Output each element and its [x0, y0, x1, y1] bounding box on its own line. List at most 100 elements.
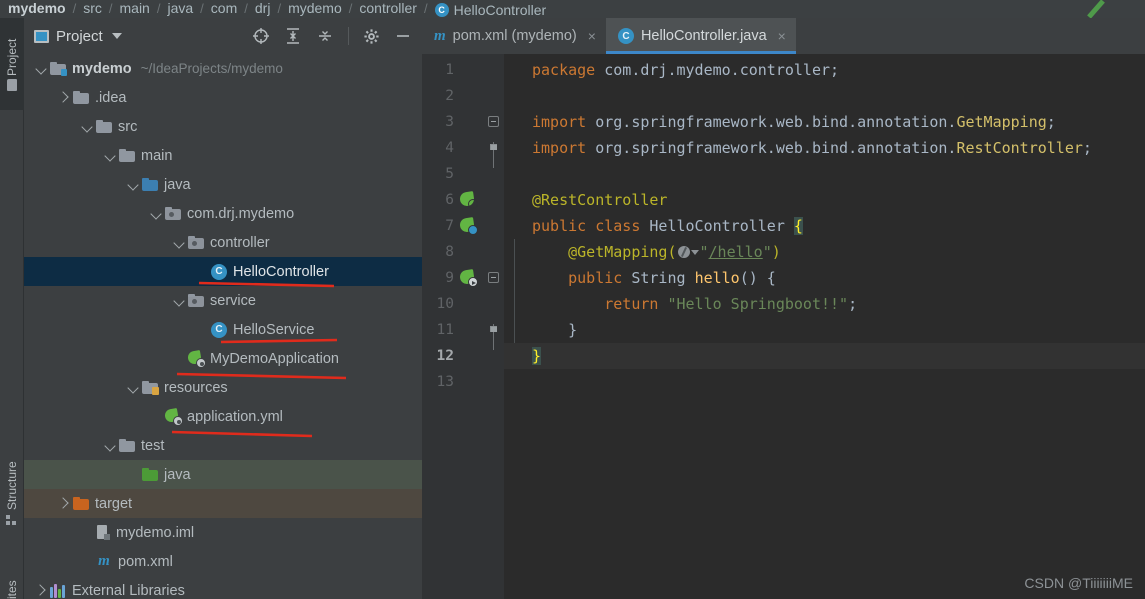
- java-class-icon: C: [434, 3, 449, 17]
- line-number: 12: [436, 348, 454, 364]
- breadcrumb-item[interactable]: mydemo: [8, 0, 66, 16]
- chevron-down-icon[interactable]: [103, 438, 119, 454]
- tree-node-external-libraries[interactable]: External Libraries: [24, 576, 422, 599]
- tree-node-java[interactable]: java: [24, 170, 422, 199]
- fold-end-marker[interactable]: [488, 324, 499, 350]
- spring-bean-class-gutter-icon[interactable]: [459, 217, 478, 235]
- spring-boot-class-icon: [186, 349, 206, 368]
- resources-folder-icon: [142, 381, 159, 395]
- tree-node-mydemo-iml[interactable]: mydemo.iml: [24, 518, 422, 547]
- gear-icon[interactable]: [363, 28, 380, 45]
- chevron-right-icon[interactable]: [57, 90, 73, 106]
- code-token: package: [532, 61, 605, 79]
- code-token: RestController: [956, 139, 1083, 157]
- code-token: return: [604, 295, 668, 313]
- editor-tab-pom-xml[interactable]: m pom.xml (mydemo) ×: [422, 18, 606, 54]
- fold-end-marker[interactable]: [488, 142, 499, 168]
- tree-node-label: resources: [164, 379, 228, 396]
- tree-node-path: ~/IdeaProjects/mydemo: [140, 61, 283, 76]
- expand-all-icon[interactable]: [284, 27, 302, 45]
- chevron-down-icon[interactable]: [80, 119, 96, 135]
- stripe-button-project[interactable]: Project: [0, 18, 24, 110]
- locate-icon[interactable]: [252, 27, 270, 45]
- breadcrumb-item[interactable]: java: [167, 0, 193, 16]
- chevron-right-icon[interactable]: [34, 583, 50, 599]
- gutter-line: 7: [422, 213, 504, 239]
- tree-node-com-drj-mydemo[interactable]: com.drj.mydemo: [24, 199, 422, 228]
- tree-node-src[interactable]: src: [24, 112, 422, 141]
- tree-node-helloservice[interactable]: C HelloService: [24, 315, 422, 344]
- stripe-button-favorites[interactable]: ites: [0, 563, 24, 599]
- code-token: ": [699, 243, 709, 261]
- code-token: String: [631, 269, 695, 287]
- web-endpoint-icon[interactable]: [677, 246, 699, 258]
- line-number: 11: [436, 322, 454, 338]
- project-view-selector[interactable]: Project: [34, 28, 122, 45]
- tree-node-test[interactable]: test: [24, 431, 422, 460]
- chevron-down-icon[interactable]: [126, 177, 142, 193]
- breadcrumb-item[interactable]: drj: [255, 0, 271, 16]
- breadcrumb-separator: /: [244, 1, 248, 16]
- tree-node-target[interactable]: target: [24, 489, 422, 518]
- chevron-down-icon[interactable]: [149, 206, 165, 222]
- tree-node-label: test: [141, 437, 165, 454]
- external-libraries-icon: [50, 583, 66, 598]
- code-token: ): [771, 243, 781, 261]
- tree-node-service[interactable]: service: [24, 286, 422, 315]
- editor-tab-hellocontroller-java[interactable]: C HelloController.java ×: [605, 18, 796, 54]
- code-editor[interactable]: 1 2 3 4 5 6 7 8 9 10 11 12 13 package com.drj.mydemo…: [422, 54, 1145, 599]
- breadcrumb-item[interactable]: controller: [359, 0, 417, 16]
- gutter-line: 10: [422, 291, 504, 317]
- tree-node-mydemoapplication[interactable]: MyDemoApplication: [24, 344, 422, 373]
- tool-window-stripe-left: Project Structure ites: [0, 18, 24, 599]
- source-folder-icon: [142, 178, 158, 191]
- spring-run-gutter-icon[interactable]: [459, 269, 478, 287]
- chevron-down-icon[interactable]: [103, 148, 119, 164]
- code-token: ;: [1082, 139, 1092, 157]
- stripe-button-structure[interactable]: Structure: [0, 448, 24, 538]
- breadcrumb-item[interactable]: main: [120, 0, 150, 16]
- minimize-icon[interactable]: [394, 27, 412, 45]
- chevron-down-icon[interactable]: [126, 380, 142, 396]
- close-icon[interactable]: ×: [588, 28, 596, 44]
- tree-node-main[interactable]: main: [24, 141, 422, 170]
- indent-guide: [514, 317, 515, 343]
- tree-node-pom-xml[interactable]: m pom.xml: [24, 547, 422, 576]
- close-icon[interactable]: ×: [778, 28, 786, 44]
- tree-node-application-yml[interactable]: application.yml: [24, 402, 422, 431]
- tree-node-controller[interactable]: controller: [24, 228, 422, 257]
- breadcrumb-item[interactable]: com: [211, 0, 237, 16]
- tree-node-resources[interactable]: resources: [24, 373, 422, 402]
- chevron-down-icon[interactable]: [172, 293, 188, 309]
- breadcrumb-separator: /: [277, 1, 282, 16]
- code-token: hello: [694, 269, 740, 287]
- breadcrumb-separator: /: [423, 1, 428, 16]
- code-token: org.springframework.web.bind.annotation.: [595, 139, 957, 157]
- gutter-line: 2: [422, 83, 504, 109]
- gutter-line: 6: [422, 187, 504, 213]
- tree-node-label: service: [210, 292, 256, 309]
- fold-collapse-icon[interactable]: [488, 272, 499, 283]
- tree-node-mydemo[interactable]: mydemo ~/IdeaProjects/mydemo: [24, 54, 422, 83]
- chevron-right-icon[interactable]: [57, 496, 73, 512]
- chevron-down-icon[interactable]: [34, 61, 50, 77]
- collapse-all-icon[interactable]: [316, 27, 334, 45]
- tree-node-java[interactable]: java: [24, 460, 422, 489]
- tree-node-hellocontroller[interactable]: C HelloController: [24, 257, 422, 286]
- fold-collapse-icon[interactable]: [488, 116, 499, 127]
- chevron-down-icon[interactable]: [172, 235, 188, 251]
- code-line: import org.springframework.web.bind.anno…: [504, 135, 1145, 161]
- spring-bean-check-gutter-icon[interactable]: [459, 191, 478, 209]
- breadcrumb-item-current[interactable]: C HelloController: [434, 2, 546, 18]
- line-number: 3: [445, 114, 454, 130]
- code-content[interactable]: package com.drj.mydemo.controller; import…: [504, 54, 1145, 599]
- breadcrumb-item[interactable]: mydemo: [288, 0, 342, 16]
- breadcrumb-item[interactable]: src: [83, 0, 102, 16]
- gutter-line: 8: [422, 239, 504, 265]
- project-panel-toolbar: [252, 27, 416, 45]
- line-number: 7: [445, 218, 454, 234]
- tree-node--idea[interactable]: .idea: [24, 83, 422, 112]
- editor-gutter[interactable]: 1 2 3 4 5 6 7 8 9 10 11 12 13: [422, 54, 504, 599]
